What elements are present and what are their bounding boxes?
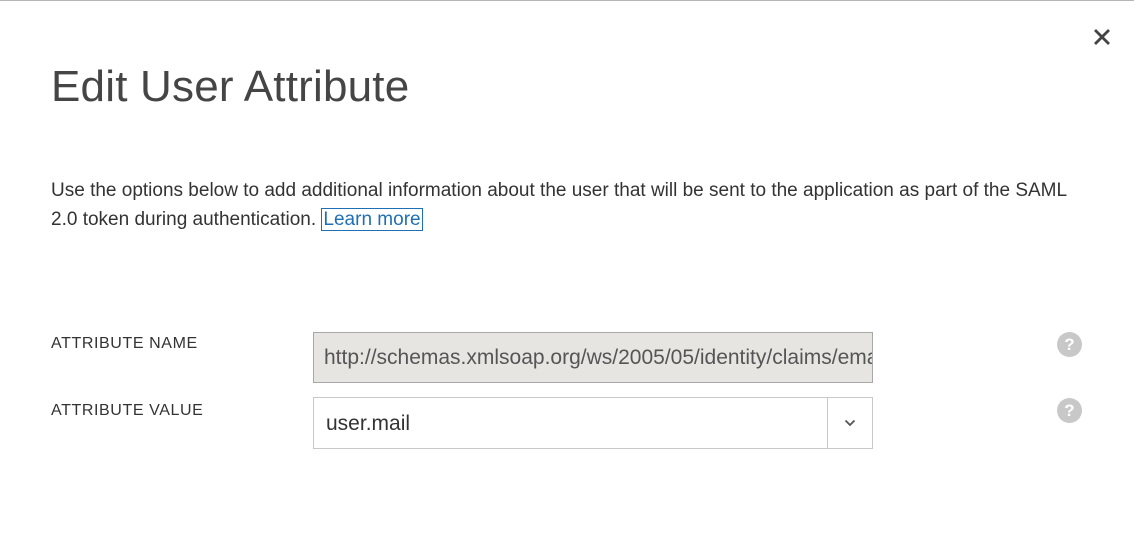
attribute-value-label: ATTRIBUTE VALUE: [51, 402, 204, 419]
dialog-title: Edit User Attribute: [51, 62, 410, 111]
dialog-description: Use the options below to add additional …: [51, 176, 1091, 234]
attribute-value-select[interactable]: user.mail: [313, 397, 873, 449]
attribute-value-help-icon[interactable]: ?: [1057, 398, 1082, 423]
close-icon: [1094, 29, 1110, 45]
attribute-value-dropdown-button[interactable]: [827, 397, 873, 449]
description-text: Use the options below to add additional …: [51, 180, 1067, 230]
close-button[interactable]: [1089, 24, 1115, 50]
attribute-name-help-icon[interactable]: ?: [1057, 332, 1082, 357]
chevron-down-icon: [844, 419, 856, 427]
dialog-top-border: [0, 0, 1134, 1]
attribute-value-text: user.mail: [326, 412, 411, 435]
attribute-name-label: ATTRIBUTE NAME: [51, 335, 198, 352]
learn-more-link[interactable]: Learn more: [321, 208, 423, 231]
attribute-name-value: http://schemas.xmlsoap.org/ws/2005/05/id…: [324, 345, 873, 369]
attribute-name-input[interactable]: http://schemas.xmlsoap.org/ws/2005/05/id…: [313, 332, 873, 383]
